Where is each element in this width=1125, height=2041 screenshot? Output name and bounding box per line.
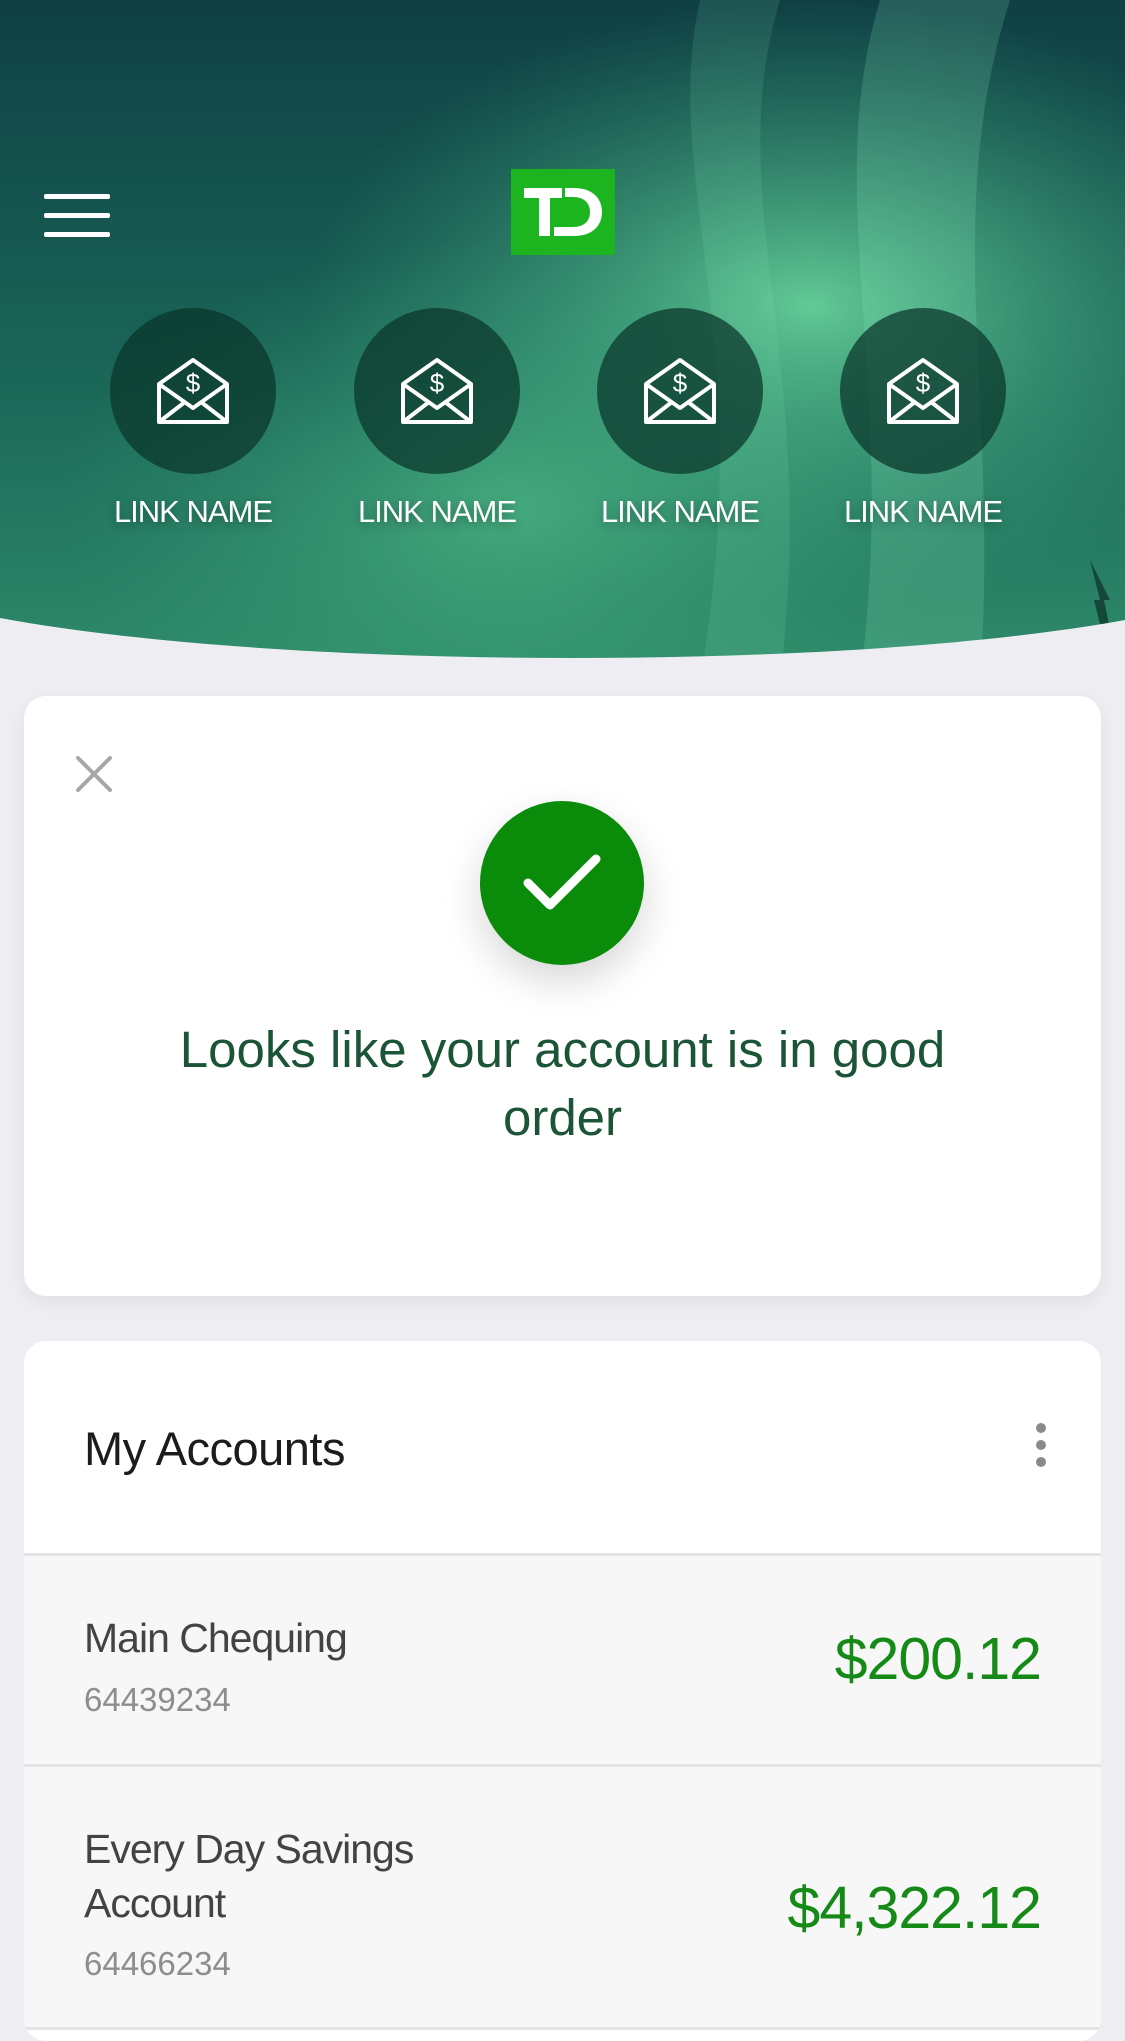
quick-link-2[interactable]: $ LINK NAME [354, 308, 520, 530]
success-check-icon [480, 801, 644, 965]
kebab-dot [1036, 1423, 1046, 1433]
quick-link-1[interactable]: $ LINK NAME [110, 308, 276, 530]
account-row[interactable]: Every Day Savings Account 64466234 $4,32… [24, 1767, 1101, 2030]
svg-text:$: $ [430, 368, 445, 398]
account-number: 64439234 [84, 1681, 231, 1718]
td-logo [511, 169, 615, 255]
quick-link-3[interactable]: $ LINK NAME [597, 308, 763, 530]
svg-text:$: $ [186, 368, 201, 398]
envelope-dollar-icon: $ [401, 358, 473, 424]
envelope-dollar-icon: $ [644, 358, 716, 424]
account-name: Main Chequing [84, 1615, 348, 1661]
quick-links: $ LINK NAME $ LINK NAME $ LINK NAME $ LI… [110, 308, 1010, 538]
account-balance: $4,322.12 [787, 1875, 1042, 1941]
quick-link-label: LINK NAME [113, 494, 273, 529]
quick-link-4[interactable]: $ LINK NAME [840, 308, 1006, 530]
envelope-dollar-icon: $ [157, 358, 229, 424]
account-number: 64466234 [84, 1945, 231, 1982]
header-hero: $ LINK NAME $ LINK NAME $ LINK NAME $ LI… [0, 0, 1125, 680]
account-name: Every Day Savings Account [84, 1826, 414, 1926]
svg-text:$: $ [673, 368, 688, 398]
hamburger-menu-button[interactable] [44, 194, 112, 238]
quick-link-circle: $ [354, 308, 520, 474]
account-status-card: Looks like your account is in good order [24, 696, 1101, 1296]
quick-link-circle: $ [597, 308, 763, 474]
accounts-title: My Accounts [84, 1422, 345, 1475]
td-logo-mark [524, 188, 602, 236]
envelope-dollar-icon: $ [887, 358, 959, 424]
svg-text:$: $ [916, 368, 931, 398]
quick-link-circle: $ [110, 308, 276, 474]
kebab-dot [1036, 1440, 1046, 1450]
quick-link-label: LINK NAME [357, 494, 517, 529]
account-row[interactable]: Main Chequing 64439234 $200.12 [24, 1556, 1101, 1767]
quick-link-label: LINK NAME [843, 494, 1003, 529]
kebab-dot [1036, 1457, 1046, 1467]
account-balance: $200.12 [834, 1626, 1042, 1692]
quick-link-circle: $ [840, 308, 1006, 474]
status-message: Looks like your account is in good order [179, 1021, 946, 1146]
my-accounts-card: My Accounts Main Chequing 64439234 $200.… [24, 1341, 1101, 2041]
close-icon[interactable] [70, 750, 118, 798]
menu-bar-top [44, 194, 110, 199]
menu-bar-bottom [44, 232, 110, 237]
menu-bar-middle [44, 213, 110, 218]
more-options-icon[interactable] [1031, 1423, 1051, 1473]
quick-link-label: LINK NAME [600, 494, 760, 529]
accounts-header: My Accounts [24, 1341, 1101, 1556]
